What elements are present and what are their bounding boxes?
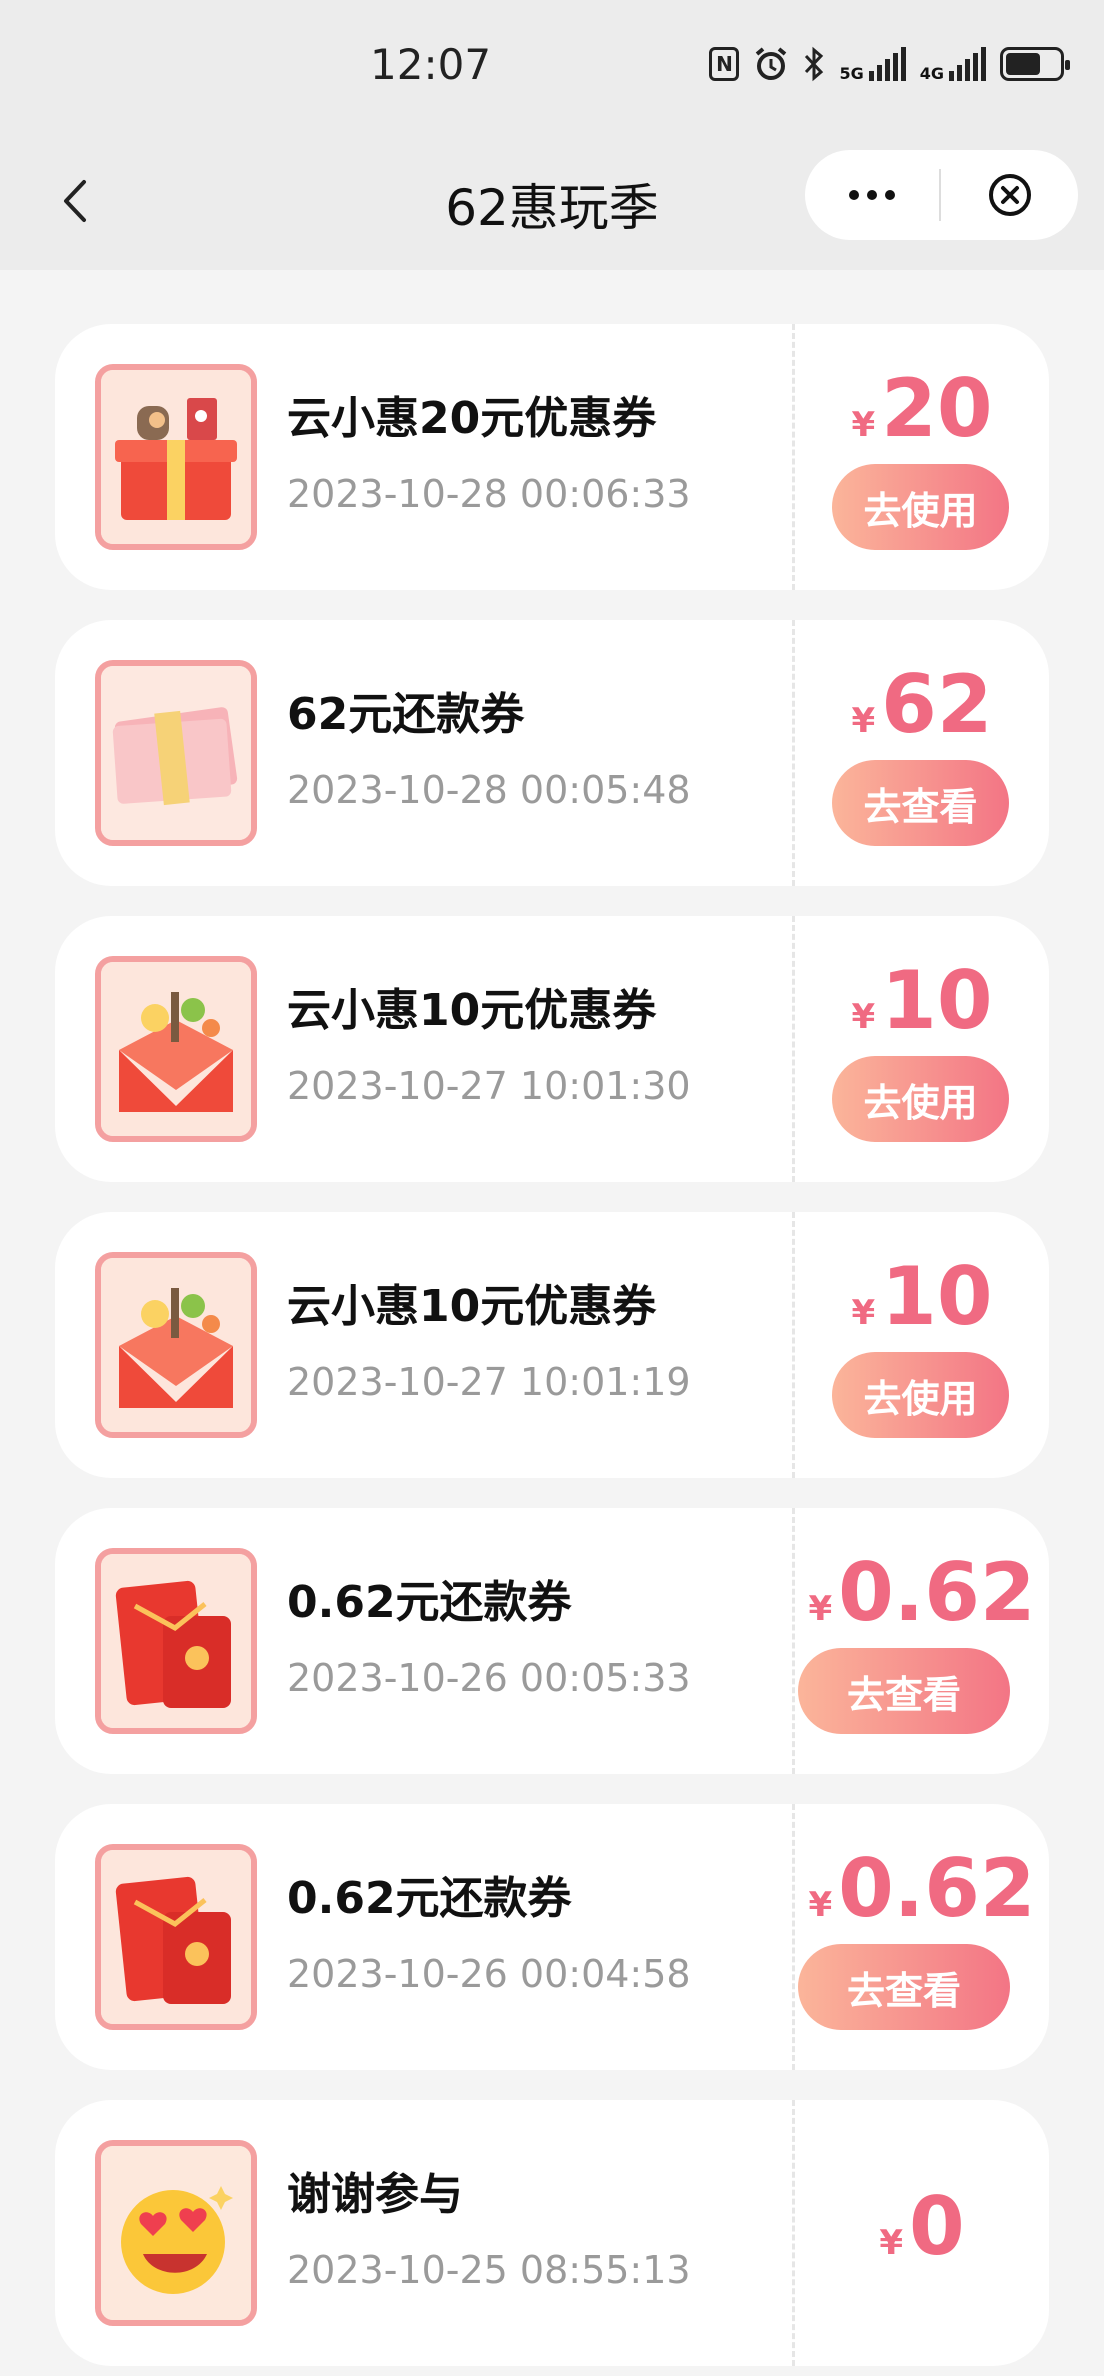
- signal-4g-icon: 4G: [920, 47, 986, 82]
- reward-card: 云小惠10元优惠券 2023-10-27 10:01:19 ¥ 10 去使用: [55, 1212, 1049, 1478]
- red-envelope-icon: [95, 1548, 257, 1734]
- gift-envelope-icon: [95, 956, 257, 1142]
- dashed-divider: [792, 1212, 795, 1478]
- gift-envelope-icon: [95, 1252, 257, 1438]
- dashed-divider: [792, 620, 795, 886]
- nfc-icon: N: [709, 47, 740, 81]
- more-dots-icon: [849, 190, 859, 200]
- reward-amount: ¥ 20: [795, 366, 1049, 452]
- dashed-divider: [792, 1508, 795, 1774]
- amount-value: 10: [881, 1250, 993, 1343]
- reward-amount: ¥ 62: [795, 662, 1049, 748]
- gift-box-icon: [95, 364, 257, 550]
- reward-title: 0.62元还款券: [287, 1577, 572, 1628]
- cash-stack-icon: [95, 660, 257, 846]
- reward-title: 云小惠10元优惠券: [287, 1281, 657, 1332]
- more-button[interactable]: [805, 150, 939, 240]
- currency-symbol: ¥: [851, 997, 876, 1037]
- reward-card: 0.62元还款券 2023-10-26 00:04:58 ¥ 0.62 去查看: [55, 1804, 1049, 2070]
- currency-symbol: ¥: [851, 405, 876, 445]
- nav-bar: 62惠玩季: [0, 140, 1104, 270]
- reward-card: 云小惠20元优惠券 2023-10-28 00:06:33 ¥ 20 去使用: [55, 324, 1049, 590]
- battery-level: [1006, 53, 1040, 75]
- reward-title: 谢谢参与: [287, 2169, 463, 2220]
- reward-time: 2023-10-25 08:55:13: [287, 2248, 691, 2292]
- amount-value: 10: [881, 954, 993, 1047]
- reward-title: 62元还款券: [287, 689, 525, 740]
- use-button[interactable]: 去使用: [832, 1352, 1009, 1438]
- reward-amount: ¥ 10: [795, 958, 1049, 1044]
- reward-time: 2023-10-26 00:04:58: [287, 1952, 691, 1996]
- red-envelope-icon: [95, 1844, 257, 2030]
- battery-icon: [1000, 47, 1070, 81]
- reward-card: 62元还款券 2023-10-28 00:05:48 ¥ 62 去查看: [55, 620, 1049, 886]
- reward-time: 2023-10-28 00:05:48: [287, 768, 691, 812]
- amount-value: 0.62: [838, 1546, 1036, 1639]
- reward-list: 云小惠20元优惠券 2023-10-28 00:06:33 ¥ 20 去使用 6…: [55, 324, 1049, 2376]
- close-button[interactable]: [941, 150, 1078, 240]
- currency-symbol: ¥: [851, 701, 876, 741]
- view-button[interactable]: 去查看: [798, 1648, 1010, 1734]
- bluetooth-icon: [803, 46, 825, 82]
- dashed-divider: [792, 1804, 795, 2070]
- reward-title: 云小惠10元优惠券: [287, 985, 657, 1036]
- reward-time: 2023-10-27 10:01:19: [287, 1360, 691, 1404]
- currency-symbol: ¥: [808, 1589, 833, 1629]
- alarm-icon: [753, 46, 789, 82]
- mini-program-capsule: [805, 150, 1078, 240]
- amount-value: 0: [909, 2180, 965, 2273]
- reward-time: 2023-10-28 00:06:33: [287, 472, 691, 516]
- reward-card: 云小惠10元优惠券 2023-10-27 10:01:30 ¥ 10 去使用: [55, 916, 1049, 1182]
- reward-amount: ¥ 0.62: [795, 1550, 1049, 1636]
- amount-value: 20: [881, 362, 993, 455]
- reward-amount: ¥ 0.62: [795, 1846, 1049, 1932]
- close-circle-icon: [988, 174, 1031, 216]
- status-time: 12:07: [370, 40, 492, 89]
- currency-symbol: ¥: [851, 1293, 876, 1333]
- reward-time: 2023-10-26 00:05:33: [287, 1656, 691, 1700]
- reward-card: 0.62元还款券 2023-10-26 00:05:33 ¥ 0.62 去查看: [55, 1508, 1049, 1774]
- dashed-divider: [792, 324, 795, 590]
- signal-5g-icon: 5G: [839, 47, 906, 82]
- reward-card: 谢谢参与 2023-10-25 08:55:13 ¥ 0: [55, 2100, 1049, 2366]
- heart-eyes-emoji-icon: [95, 2140, 257, 2326]
- reward-time: 2023-10-27 10:01:30: [287, 1064, 691, 1108]
- view-button[interactable]: 去查看: [832, 760, 1009, 846]
- view-button[interactable]: 去查看: [798, 1944, 1010, 2030]
- reward-title: 云小惠20元优惠券: [287, 393, 657, 444]
- use-button[interactable]: 去使用: [832, 1056, 1009, 1142]
- amount-value: 0.62: [838, 1842, 1036, 1935]
- use-button[interactable]: 去使用: [832, 464, 1009, 550]
- currency-symbol: ¥: [879, 2223, 903, 2263]
- reward-amount: ¥ 10: [795, 1254, 1049, 1340]
- amount-value: 62: [881, 658, 993, 751]
- reward-amount: ¥ 0: [795, 2184, 1049, 2270]
- dashed-divider: [792, 916, 795, 1182]
- reward-title: 0.62元还款券: [287, 1873, 572, 1924]
- currency-symbol: ¥: [808, 1885, 833, 1925]
- status-icons: N 5G 4G: [709, 46, 1070, 82]
- status-bar: 12:07 N 5G 4G: [0, 0, 1104, 140]
